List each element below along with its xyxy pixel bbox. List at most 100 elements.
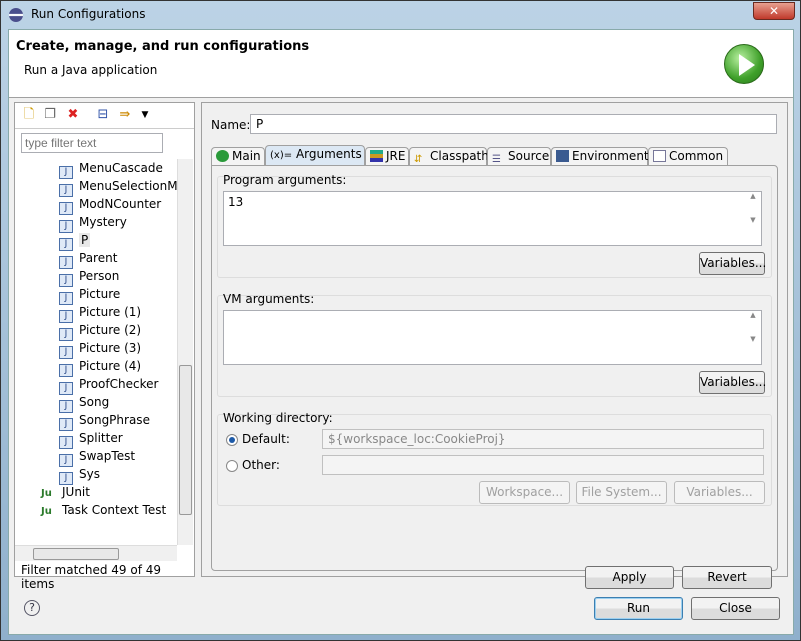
tree-item[interactable]: J Sys (59, 465, 100, 485)
run-button[interactable]: Run (594, 597, 683, 620)
tree-toolbar: 🗋 ❐ ✖ ⊟ ⇛ ▼ (15, 103, 194, 129)
new-config-icon[interactable]: 🗋 (21, 107, 37, 123)
main-icon (216, 150, 229, 162)
scroll-thumb[interactable] (179, 365, 192, 515)
tree-item-label: JUnit (62, 485, 90, 499)
tree-item-label: Parent (79, 251, 118, 265)
environment-icon (556, 150, 569, 162)
tree-item-label: Picture (2) (79, 323, 142, 337)
tree-item-label: SongPhrase (79, 413, 150, 427)
filter-input[interactable] (21, 133, 163, 153)
tree-item[interactable]: J ModNCounter (59, 195, 162, 215)
program-arguments-label: Program arguments: (223, 173, 347, 187)
tree-item-label: SwapTest (79, 449, 136, 463)
run-icon (724, 44, 764, 84)
filter-status: Filter matched 49 of 49 items (21, 563, 162, 591)
tree-item-label: P (79, 233, 91, 247)
working-dir-variables-button[interactable]: Variables... (674, 481, 765, 504)
title-bar: Run Configurations ✕ (1, 1, 800, 29)
tree-item[interactable]: J Picture (2) (59, 321, 142, 341)
tree-item[interactable]: J Mystery (59, 213, 127, 233)
tab-source[interactable]: ☰ Source (487, 147, 551, 165)
program-variables-button[interactable]: Variables... (699, 252, 766, 275)
tree-item[interactable]: J MenuCascade (59, 159, 163, 179)
textarea-scrollbar[interactable]: ▲ ▼ (745, 192, 761, 245)
vm-arguments-input[interactable]: ▲ ▼ (223, 310, 762, 365)
tree-item[interactable]: J Picture (59, 285, 121, 305)
help-icon[interactable]: ? (24, 600, 40, 616)
other-directory-field (322, 455, 764, 475)
tree-item-label: Picture (79, 287, 121, 301)
tab-common[interactable]: Common (648, 147, 728, 165)
configuration-tree-panel: 🗋 ❐ ✖ ⊟ ⇛ ▼ JMenuCascadeJMenuSelectionMJ… (14, 102, 195, 591)
tree-item[interactable]: JP (59, 231, 91, 251)
tab-arguments[interactable]: (x)= Arguments (265, 145, 365, 165)
default-label: Default: (242, 432, 290, 446)
tree-item[interactable]: J MenuSelectionM (59, 177, 177, 197)
junit-icon: Ju (41, 506, 52, 517)
tree-item[interactable]: J Picture (4) (59, 357, 142, 377)
apply-button[interactable]: Apply (585, 566, 674, 589)
other-label: Other: (242, 458, 280, 472)
tree-item[interactable]: J Parent (59, 249, 118, 269)
tree-item-label: Picture (4) (79, 359, 142, 373)
config-tree: J MenuCascade J MenuSelectionM J ModNCounter J… (15, 159, 177, 545)
other-radio[interactable] (226, 460, 238, 472)
tab-classpath[interactable]: ⇵ Classpath (409, 147, 489, 165)
tree-item-label: Mystery (79, 215, 127, 229)
file-system-button[interactable]: File System... (576, 481, 667, 504)
tab-label: Environment (572, 149, 649, 163)
close-window-button[interactable]: ✕ (753, 2, 795, 20)
duplicate-icon[interactable]: ❐ (42, 107, 58, 123)
source-icon: ☰ (492, 154, 501, 165)
tree-item[interactable]: J SongPhrase (59, 411, 150, 431)
collapse-all-icon[interactable]: ⊟ (95, 107, 111, 123)
filter-icon[interactable]: ⇛ (117, 107, 133, 123)
tree-category[interactable]: Ju JUnit (41, 483, 90, 501)
tree-category[interactable]: Ju Task Context Test (41, 501, 166, 519)
revert-button[interactable]: Revert (682, 566, 772, 589)
tab-jre[interactable]: JRE (365, 147, 409, 165)
close-button[interactable]: Close (691, 597, 780, 620)
dialog-client: Create, manage, and run configurations R… (8, 29, 794, 635)
eclipse-icon (9, 8, 23, 22)
classpath-icon: ⇵ (414, 154, 423, 165)
name-label: Name: (211, 118, 251, 132)
vm-arguments-group: VM arguments: ▲ ▼ Variables... (217, 292, 772, 397)
tab-environment[interactable]: Environment (551, 147, 649, 165)
program-arguments-input[interactable]: 13 ▲ ▼ (223, 191, 762, 246)
tree-item[interactable]: J Splitter (59, 429, 123, 449)
name-input[interactable]: P (250, 114, 777, 134)
tree-item-label: Splitter (79, 431, 123, 445)
delete-icon[interactable]: ✖ (65, 107, 81, 123)
tab-label: JRE (386, 149, 406, 163)
tree-item[interactable]: J ProofChecker (59, 375, 159, 395)
tab-main[interactable]: Main (211, 147, 265, 165)
tree-item[interactable]: J Picture (3) (59, 339, 141, 359)
configuration-editor: Name: P Main (x)= Arguments JRE ⇵ Classpa… (201, 102, 788, 589)
run-configurations-window: Run Configurations ✕ Create, manage, and… (0, 0, 801, 641)
program-arguments-value: 13 (228, 195, 244, 209)
default-radio[interactable] (226, 434, 238, 446)
tree-item[interactable]: J Song (59, 393, 109, 413)
dialog-subtitle: Run a Java application (24, 63, 158, 77)
tree-item[interactable]: J Person (59, 267, 119, 287)
tab-label: Source (508, 149, 550, 163)
dialog-header: Create, manage, and run configurations R… (9, 30, 793, 98)
tree-vertical-scrollbar[interactable] (177, 159, 193, 545)
tree-item[interactable]: J Picture (1) (59, 303, 141, 323)
tree-item[interactable]: J SwapTest (59, 447, 136, 467)
scroll-thumb[interactable] (33, 548, 119, 560)
arguments-tab-content: Program arguments: 13 ▲ ▼ Variables... VM … (211, 165, 778, 571)
tree-item-label: MenuSelectionM (79, 179, 177, 193)
window-title: Run Configurations (31, 7, 146, 21)
tree-item-label: ProofChecker (79, 377, 159, 391)
tree-horizontal-scrollbar[interactable] (15, 545, 177, 561)
textarea-scrollbar[interactable]: ▲ ▼ (745, 311, 761, 364)
chevron-down-icon[interactable]: ▼ (137, 107, 153, 123)
tree-item-label: ModNCounter (79, 197, 162, 211)
workspace-button[interactable]: Workspace... (479, 481, 570, 504)
tab-label: Classpath (430, 149, 489, 163)
tree-item-label: Sys (79, 467, 100, 481)
vm-variables-button[interactable]: Variables... (699, 371, 766, 394)
